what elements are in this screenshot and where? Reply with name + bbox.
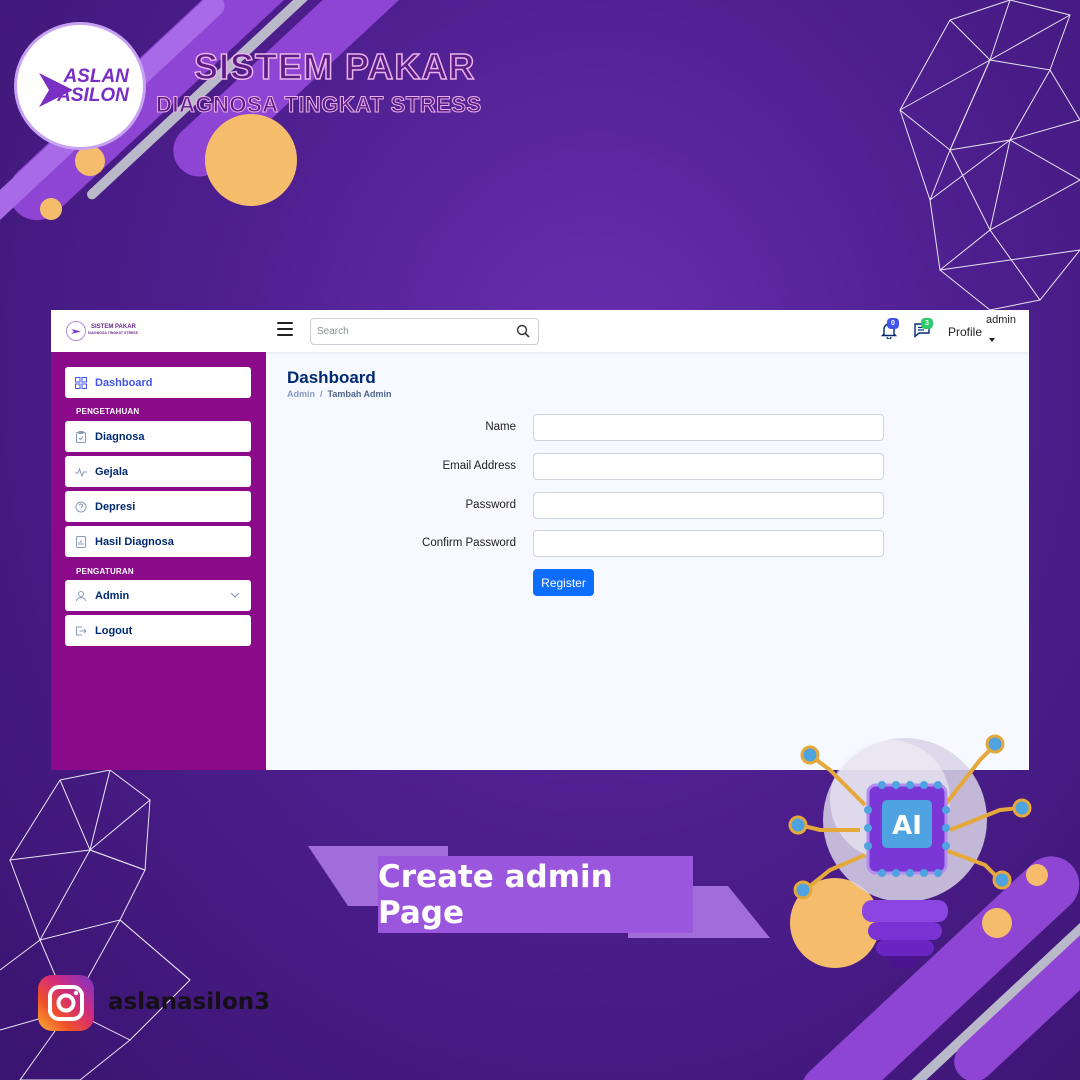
chevron-down-icon[interactable] — [230, 590, 240, 600]
breadcrumb-separator: / — [320, 389, 323, 399]
sidebar-item-label: Diagnosa — [95, 430, 145, 443]
decor-circle — [75, 146, 105, 176]
grid-icon — [75, 376, 87, 389]
sidebar-item-label: Gejala — [95, 465, 129, 478]
sidebar-item-label: Logout — [95, 624, 133, 637]
sidebar-item-hasil-diagnosa[interactable]: Hasil Diagnosa — [65, 526, 251, 557]
instagram-icon — [38, 975, 94, 1031]
user-name[interactable]: admin — [986, 314, 1016, 326]
sidebar-heading-knowledge: PENGETAHUAN — [76, 407, 140, 416]
page-title: Dashboard — [287, 368, 376, 387]
top-navbar: SISTEM PAKAR DIAGNOSA TINGKAT STRESS 0 3… — [51, 310, 1029, 352]
app-logo-title[interactable]: SISTEM PAKAR — [91, 324, 136, 330]
decor-mesh — [0, 770, 191, 1080]
brand-title: SISTEM PAKAR — [193, 45, 476, 88]
sidebar-item-gejala[interactable]: Gejala — [65, 456, 251, 487]
sidebar-item-diagnosa[interactable]: Diagnosa — [65, 421, 251, 452]
report-icon — [76, 535, 86, 548]
logout-icon — [76, 626, 87, 635]
instagram-handle: aslanasilon3 — [108, 989, 271, 1015]
name-field[interactable] — [533, 414, 884, 441]
breadcrumb-item[interactable]: Admin — [287, 389, 315, 399]
notification-badge: 0 — [887, 318, 899, 329]
sidebar-item-label: Dashboard — [95, 376, 153, 389]
sidebar-item-dashboard[interactable]: Dashboard — [65, 367, 251, 398]
svg-text:AI: AI — [892, 811, 922, 841]
search-icon[interactable] — [516, 324, 530, 338]
sidebar-item-label: Hasil Diagnosa — [95, 535, 174, 548]
sidebar-item-depresi[interactable]: Depresi — [65, 491, 251, 522]
sidebar: Dashboard PENGETAHUAN Diagnosa Gejala De… — [51, 352, 266, 770]
sidebar-item-label: Admin — [95, 589, 130, 602]
question-circle-icon — [75, 501, 87, 512]
sidebar-heading-settings: PENGATURAN — [76, 567, 134, 576]
app-window: SISTEM PAKAR DIAGNOSA TINGKAT STRESS 0 3… — [51, 310, 1029, 770]
person-icon — [76, 590, 86, 601]
brand-subtitle: DIAGNOSA TINGKAT STRESS — [156, 92, 482, 118]
sidebar-toggle-icon[interactable] — [277, 322, 293, 336]
name-label: Name — [485, 421, 516, 433]
sidebar-item-label: Depresi — [95, 500, 136, 513]
app-logo-subtitle: DIAGNOSA TINGKAT STRESS — [88, 331, 138, 335]
banner: Create admin Page — [378, 856, 693, 933]
decor-mesh — [899, 0, 1080, 310]
password-label: Password — [465, 499, 517, 511]
password-field[interactable] — [533, 492, 884, 519]
brand-logo: ASLAN ASILON — [14, 22, 146, 150]
register-button[interactable]: Register — [533, 569, 594, 596]
clipboard-icon — [76, 430, 86, 443]
confirm-password-label: Confirm Password — [422, 537, 516, 549]
confirm-password-field[interactable] — [533, 530, 884, 557]
banner-title: Create admin Page — [378, 858, 613, 931]
message-badge: 3 — [921, 318, 933, 329]
decor-circle — [205, 114, 297, 206]
sidebar-item-admin[interactable]: Admin — [65, 580, 251, 611]
decor-circle — [40, 198, 62, 220]
breadcrumb: Admin / Tambah Admin — [287, 389, 392, 399]
app-logo-icon[interactable] — [66, 321, 86, 341]
search-input[interactable] — [310, 318, 539, 345]
email-field[interactable] — [533, 453, 884, 480]
ai-lightbulb-icon: AI — [788, 734, 1032, 968]
logo-chevron-icon — [39, 73, 73, 107]
profile-link[interactable]: Profile — [948, 325, 982, 339]
pulse-icon — [75, 467, 87, 477]
sidebar-item-logout[interactable]: Logout — [65, 615, 251, 646]
caret-down-icon[interactable] — [989, 338, 995, 342]
breadcrumb-current: Tambah Admin — [327, 389, 392, 399]
email-label: Email Address — [442, 460, 516, 472]
